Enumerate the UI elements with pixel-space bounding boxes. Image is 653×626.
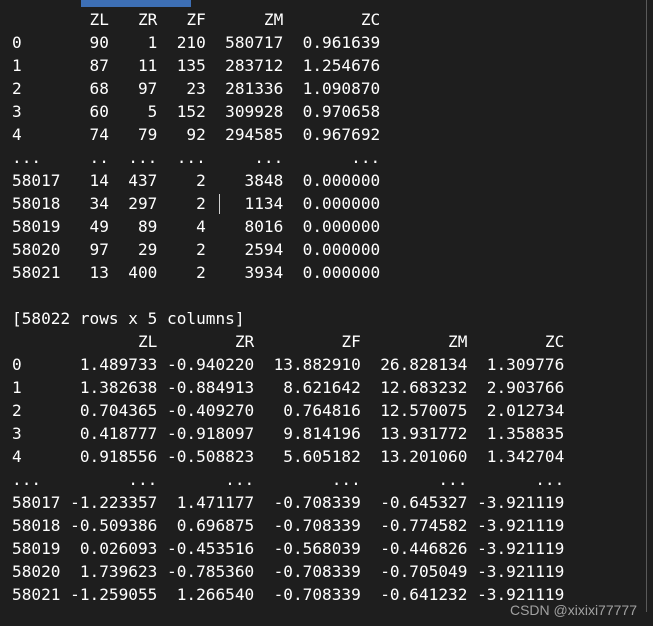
- df1-row: 58019 49 89 4 8016 0.000000: [12, 217, 381, 236]
- df2-row: 58020 1.739623 -0.785360 -0.708339 -0.70…: [12, 562, 565, 581]
- dataframe-output: ZL ZR ZF ZM ZC 0 90 1 210 580717 0.961639…: [12, 8, 564, 606]
- terminal-output-panel: ZL ZR ZF ZM ZC 0 90 1 210 580717 0.961639…: [0, 0, 653, 626]
- df2-row: 1 1.382638 -0.884913 8.621642 12.683232 …: [12, 378, 565, 397]
- df1-shape-summary: [58022 rows x 5 columns]: [12, 309, 245, 328]
- df2-row: 4 0.918556 -0.508823 5.605182 13.201060 …: [12, 447, 565, 466]
- watermark-text: CSDN @xixixi77777: [509, 602, 637, 618]
- df2-header: ZL ZR ZF ZM ZC: [12, 332, 565, 351]
- df1-row: 0 90 1 210 580717 0.961639: [12, 33, 381, 52]
- df1-row: 2 68 97 23 281336 1.090870: [12, 79, 381, 98]
- df2-row: 58019 0.026093 -0.453516 -0.568039 -0.44…: [12, 539, 565, 558]
- df1-row: 58020 97 29 2 2594 0.000000: [12, 240, 381, 259]
- df1-row: 58021 13 400 2 3934 0.000000: [12, 263, 381, 282]
- df2-row: 58018 -0.509386 0.696875 -0.708339 -0.77…: [12, 516, 565, 535]
- df1-ellipsis-row: ... .. ... ... ... ...: [12, 148, 381, 167]
- df1-row: 1 87 11 135 283712 1.254676: [12, 56, 381, 75]
- df2-row: 58021 -1.259055 1.266540 -0.708339 -0.64…: [12, 585, 565, 604]
- df2-row: 2 0.704365 -0.409270 0.764816 12.570075 …: [12, 401, 565, 420]
- df1-row: 58017 14 437 2 3848 0.000000: [12, 171, 381, 190]
- df2-row: 3 0.418777 -0.918097 9.814196 13.931772 …: [12, 424, 565, 443]
- df1-row: 58018 34 297 2 1134 0.000000: [12, 194, 381, 213]
- df2-row: 0 1.489733 -0.940220 13.882910 26.828134…: [12, 355, 565, 374]
- df1-row: 4 74 79 92 294585 0.967692: [12, 125, 381, 144]
- df1-row: 3 60 5 152 309928 0.970658: [12, 102, 381, 121]
- tab-indicator: [81, 0, 191, 7]
- panel-divider: [646, 0, 647, 612]
- text-cursor: [219, 194, 220, 214]
- df1-header: ZL ZR ZF ZM ZC: [12, 10, 381, 29]
- df2-ellipsis-row: ... ... ... ... ... ...: [12, 470, 565, 489]
- df2-row: 58017 -1.223357 1.471177 -0.708339 -0.64…: [12, 493, 565, 512]
